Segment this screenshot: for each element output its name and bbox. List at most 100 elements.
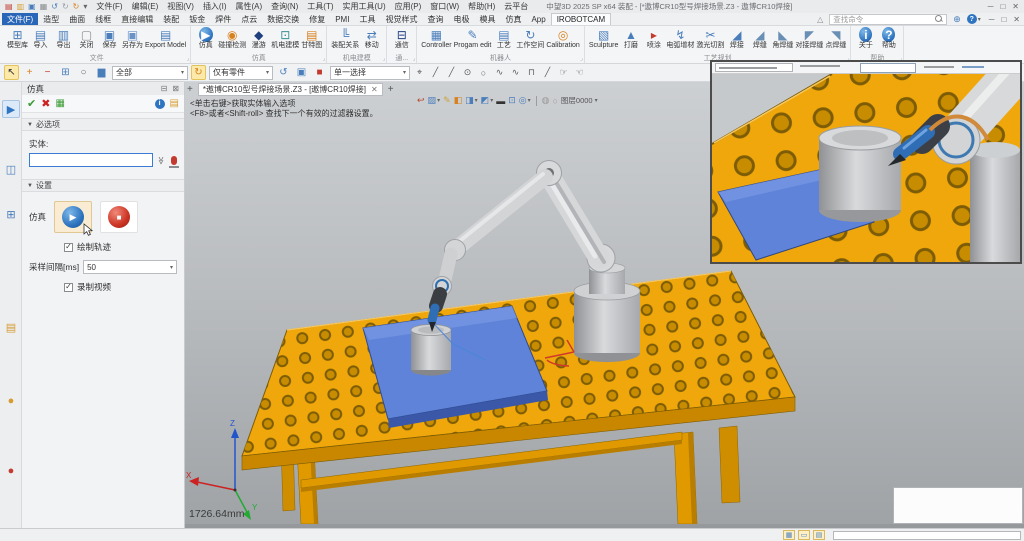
- save-as-button[interactable]: ▣另存为: [121, 27, 144, 50]
- shade-mode-icon[interactable]: ◨▾: [465, 95, 478, 106]
- assembly-relation-button[interactable]: ╚装配关系: [330, 27, 360, 50]
- mic-icon[interactable]: [171, 156, 177, 165]
- print-icon[interactable]: ▦: [40, 3, 48, 11]
- monitor-icon[interactable]: ▭: [798, 530, 810, 540]
- workpiece-cylinder[interactable]: [411, 325, 451, 376]
- model-library-button[interactable]: ⊞模型库: [6, 27, 29, 50]
- about-button[interactable]: i关于: [854, 27, 877, 50]
- menu-item-11[interactable]: 帮助(H): [468, 1, 495, 12]
- menu-item-12[interactable]: 云平台: [504, 1, 528, 12]
- ribbon-tab-5[interactable]: 直接编辑: [116, 13, 158, 25]
- undo-icon[interactable]: ↺: [51, 3, 58, 11]
- ribbon-tab-13[interactable]: 工具: [354, 13, 380, 25]
- new-doc-icon[interactable]: +: [388, 84, 394, 95]
- pick-ellipse-icon[interactable]: ○: [477, 66, 490, 80]
- open-file-icon[interactable]: ▥: [17, 3, 25, 11]
- layer-combo[interactable]: 图层0000▾: [561, 95, 598, 106]
- docbar-minimize-button[interactable]: ─: [989, 15, 995, 24]
- menu-item-1[interactable]: 文件(F): [96, 1, 122, 12]
- history-icon[interactable]: ↺: [276, 65, 291, 80]
- titlebar-restore-button[interactable]: □: [1000, 2, 1005, 11]
- expand-chevron-icon[interactable]: ≫: [156, 156, 165, 164]
- pick-axis-icon[interactable]: ╱: [541, 66, 554, 80]
- ribbon-tab-9[interactable]: 点云: [236, 13, 262, 25]
- menu-item-10[interactable]: 窗口(W): [430, 1, 459, 12]
- document-tab[interactable]: *遨博CR10型号焊接场景.Z3 - [遨博CR10焊接] ✕: [198, 83, 383, 96]
- pencil-icon[interactable]: ✎: [443, 95, 451, 106]
- cancel-button[interactable]: ✖: [41, 97, 50, 110]
- menu-item-4[interactable]: 插入(I): [203, 1, 227, 12]
- close-tab-icon[interactable]: ✕: [371, 85, 378, 94]
- docbar-restore-button[interactable]: □: [1001, 15, 1006, 24]
- display-mode-icon[interactable]: ◩▾: [481, 95, 494, 106]
- add-select-icon[interactable]: +: [22, 65, 37, 80]
- settings-section-header[interactable]: ▼ 设置: [22, 179, 184, 192]
- weld-button[interactable]: ◢焊接: [725, 27, 748, 50]
- ribbon-tab-12[interactable]: PMI: [330, 13, 354, 25]
- mechatronics-button[interactable]: ⊡机电建模: [270, 27, 300, 50]
- part-filter-combo[interactable]: 仅有零件▾: [209, 66, 273, 80]
- ribbon-tab-15[interactable]: 查询: [422, 13, 448, 25]
- pick-circle-icon[interactable]: ⊙: [461, 66, 474, 80]
- filter-refresh-icon[interactable]: ↻: [191, 65, 206, 80]
- import-button[interactable]: ▤导入: [29, 27, 52, 50]
- draw-track-checkbox[interactable]: ✓: [64, 243, 73, 252]
- globe-icon[interactable]: ⊕: [953, 14, 961, 25]
- save-button[interactable]: ▣保存: [98, 27, 121, 50]
- menu-item-3[interactable]: 视图(V): [167, 1, 194, 12]
- roam-button[interactable]: ◆漫游: [247, 27, 270, 50]
- refresh-icon[interactable]: ↻: [73, 3, 80, 11]
- bulb-icon[interactable]: ◍: [542, 95, 550, 106]
- orient-view-icon[interactable]: ◎▾: [519, 95, 531, 106]
- ghost-icon[interactable]: ○: [552, 96, 557, 106]
- butt-weld-button[interactable]: ◤对接焊缝: [794, 27, 824, 50]
- titlebar-close-button[interactable]: ✕: [1012, 2, 1019, 11]
- fillet-weld-button[interactable]: ◣角焊缝: [771, 27, 794, 50]
- help-button[interactable]: ?帮助: [877, 27, 900, 50]
- prev-doc-icon[interactable]: +: [187, 84, 193, 95]
- spot-weld-button[interactable]: ◥点焊缝: [824, 27, 847, 50]
- ok-button[interactable]: ✔: [27, 97, 36, 110]
- entity-input[interactable]: [29, 153, 153, 167]
- palette-icon[interactable]: ◧: [454, 95, 463, 106]
- section-view-icon[interactable]: ▬: [496, 96, 505, 106]
- lasso-select-icon[interactable]: ○: [76, 65, 91, 80]
- command-search-box[interactable]: 查找命令: [829, 14, 947, 25]
- menu-item-6[interactable]: 查询(N): [271, 1, 298, 12]
- move-button[interactable]: ⇄移动: [360, 27, 383, 50]
- ribbon-tab-7[interactable]: 钣金: [184, 13, 210, 25]
- interval-combo[interactable]: 50 ▾: [83, 260, 177, 274]
- status-input[interactable]: [833, 531, 1021, 540]
- collision-check-button[interactable]: ◉碰撞检测: [217, 27, 247, 50]
- pick-line-icon[interactable]: ╱: [445, 66, 458, 80]
- ribbon-tab-10[interactable]: 数据交换: [262, 13, 304, 25]
- ribbon-tab-16[interactable]: 电极: [448, 13, 474, 25]
- controller-button[interactable]: ▦Controller: [420, 27, 452, 50]
- ribbon-tab-18[interactable]: 仿真: [500, 13, 526, 25]
- ribbon-tab-20[interactable]: IROBOTCAM: [551, 13, 611, 25]
- window-select-icon[interactable]: ⊞: [58, 65, 73, 80]
- apply-grid-icon[interactable]: ▦: [55, 98, 64, 109]
- workspace-button[interactable]: ↻工作空间: [515, 27, 545, 50]
- ribbon-tab-3[interactable]: 曲面: [64, 13, 90, 25]
- info-icon[interactable]: i: [155, 99, 165, 109]
- menu-item-9[interactable]: 应用(P): [395, 1, 422, 12]
- menu-item-5[interactable]: 属性(A): [236, 1, 263, 12]
- save-file-icon[interactable]: ▣: [28, 3, 36, 11]
- arc-additive-button[interactable]: ↯电弧增材: [665, 27, 695, 50]
- menu-item-2[interactable]: 编辑(E): [132, 1, 159, 12]
- new-file-icon[interactable]: ▤: [5, 3, 13, 11]
- chart-icon[interactable]: ▆: [94, 65, 109, 80]
- remove-select-icon[interactable]: −: [40, 65, 55, 80]
- menu-item-8[interactable]: 实用工具(U): [343, 1, 386, 12]
- panel-close-icon[interactable]: ⊠: [172, 84, 179, 93]
- structure-panel-icon[interactable]: ⊞: [2, 205, 20, 223]
- pick-hand-icon[interactable]: ☞: [557, 66, 570, 80]
- calibration-button[interactable]: ◎Calibration: [545, 27, 580, 50]
- group-dialog-launcher-icon[interactable]: ⌟: [412, 55, 415, 62]
- redo-icon[interactable]: ↻: [62, 3, 69, 11]
- ribbon-tab-2[interactable]: 造型: [38, 13, 64, 25]
- titlebar-minimize-button[interactable]: ─: [988, 2, 994, 11]
- clipboard-icon[interactable]: ▣: [294, 65, 309, 80]
- customize-icon[interactable]: ▾: [83, 3, 87, 11]
